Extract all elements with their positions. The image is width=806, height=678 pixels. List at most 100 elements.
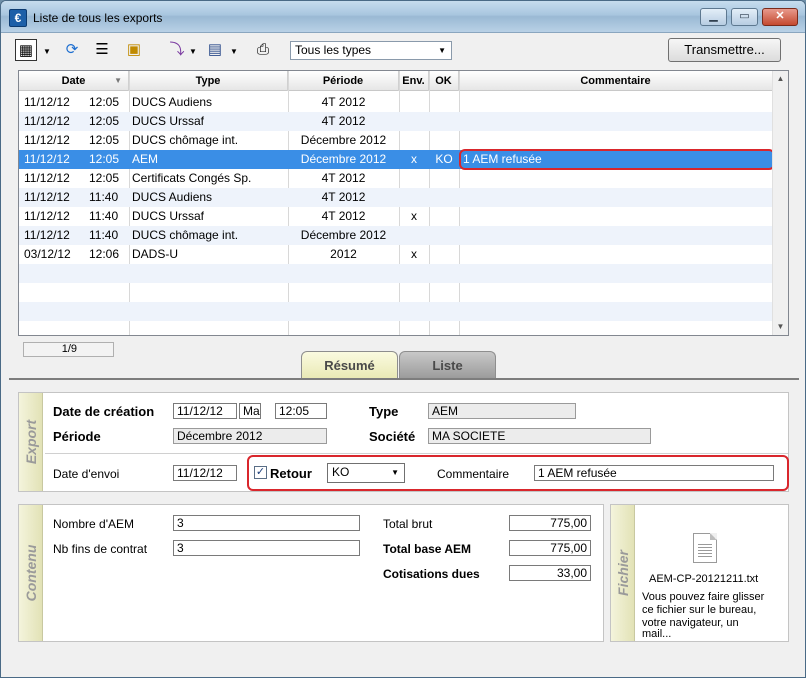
cell-ok	[429, 245, 459, 264]
cell-env: x	[411, 209, 417, 223]
cell-time: 11:40	[89, 209, 119, 223]
scroll-down-icon[interactable]: ▼	[773, 319, 788, 335]
scroll-up-icon[interactable]: ▲	[773, 71, 788, 87]
contenu-panel: Contenu Nombre d'AEM 3 Nb fins de contra…	[18, 504, 604, 642]
chevron-down-icon[interactable]: ▼	[230, 47, 238, 56]
cell-periode: Décembre 2012	[300, 133, 387, 147]
cell-date: 11/12/12	[24, 152, 70, 166]
cell-type: DUCS Urssaf	[132, 114, 205, 128]
text-file-icon[interactable]	[693, 533, 717, 563]
table-row[interactable]: 11/12/12 11:40 DUCS Audiens 4T 2012	[19, 188, 773, 207]
cell-time: 11:40	[89, 228, 119, 242]
cotisations-field[interactable]: 33,00	[509, 565, 591, 581]
periode-label: Période	[53, 429, 101, 444]
cell-date: 11/12/12	[24, 114, 70, 128]
cell-ok	[429, 188, 459, 207]
type-label: Type	[369, 404, 399, 419]
print-icon[interactable]: ⎙	[252, 39, 274, 61]
export-side-label: Export	[19, 393, 43, 491]
cell-ok	[429, 226, 459, 245]
sort-arrow-icon: ▼	[114, 76, 122, 85]
cell-periode: 4T 2012	[321, 114, 366, 128]
refresh-icon[interactable]: ⟳	[61, 39, 83, 61]
column-header-type[interactable]: Type	[129, 71, 288, 91]
title-bar: € Liste de tous les exports ▁ ▭ ✕	[1, 1, 805, 33]
table-row[interactable]	[19, 302, 773, 321]
file-name[interactable]: AEM-CP-20121211.txt	[649, 573, 758, 585]
toolbar: ▦ ▼ ⟳ ☰ ▣ ⤵ ▼ ▤ ▼ ⎙ Tous les types ▼ Tra…	[1, 34, 805, 68]
send-menu-icon[interactable]: ⤵	[166, 39, 188, 61]
cell-date: 11/12/12	[24, 95, 70, 109]
column-header-env[interactable]: Env.	[399, 71, 429, 91]
table-row[interactable]	[19, 283, 773, 302]
retour-select[interactable]: KO ▼	[327, 463, 405, 483]
close-button[interactable]: ✕	[762, 8, 798, 26]
time-field[interactable]: 12:05	[275, 403, 327, 419]
cell-ok	[429, 207, 459, 226]
total-brut-field[interactable]: 775,00	[509, 515, 591, 531]
column-header-periode[interactable]: Période	[288, 71, 399, 91]
cell-env	[399, 131, 429, 150]
cell-commentaire	[463, 93, 769, 112]
tab-resume[interactable]: Résumé	[301, 351, 398, 379]
date-envoi-field[interactable]: 11/12/12	[173, 465, 237, 481]
monitor-menu-icon[interactable]: ▤	[204, 39, 226, 61]
calendar-user-icon[interactable]: ▣	[123, 39, 145, 61]
chevron-down-icon: ▼	[438, 46, 446, 55]
cell-time: 12:05	[89, 114, 120, 128]
total-brut-label: Total brut	[383, 517, 433, 531]
list-icon[interactable]: ☰	[91, 39, 113, 61]
cell-date: 11/12/12	[24, 190, 70, 204]
table-row[interactable]: 11/12/12 12:05 DUCS Audiens 4T 2012	[19, 93, 773, 112]
table-row[interactable]: 11/12/12 12:05 DUCS chômage int. Décembre 2…	[19, 131, 773, 150]
total-base-label: Total base AEM	[383, 542, 472, 556]
cell-ok	[429, 169, 459, 188]
day-field[interactable]: Ma	[239, 403, 261, 419]
contenu-side-label-text: Contenu	[22, 544, 39, 602]
vertical-scrollbar[interactable]: ▲ ▼	[772, 71, 788, 335]
chevron-down-icon[interactable]: ▼	[189, 47, 197, 56]
table-row[interactable]	[19, 264, 773, 283]
nombre-aem-field[interactable]: 3	[173, 515, 360, 531]
nombre-aem-label: Nombre d'AEM	[53, 517, 134, 531]
column-header-date[interactable]: Date ▼	[19, 71, 129, 91]
column-header-ok[interactable]: OK	[429, 71, 459, 91]
retour-checkbox[interactable]: ✓	[254, 466, 267, 479]
nb-fins-field[interactable]: 3	[173, 540, 360, 556]
table-row[interactable]: 11/12/12 11:40 DUCS Urssaf 4T 2012 x	[19, 207, 773, 226]
export-side-label-text: Export	[22, 419, 39, 465]
societe-label: Société	[369, 429, 416, 444]
cell-time: 12:05	[89, 133, 120, 147]
total-base-field[interactable]: 775,00	[509, 540, 591, 556]
cell-time: 11:40	[89, 190, 119, 204]
periode-field: Décembre 2012	[173, 428, 327, 444]
column-header-commentaire[interactable]: Commentaire	[459, 71, 773, 91]
cell-env	[399, 226, 429, 245]
commentaire-field[interactable]: 1 AEM refusée	[534, 465, 774, 481]
date-creation-field[interactable]: 11/12/12	[173, 403, 237, 419]
table-row[interactable]: 03/12/12 12:06 DADS-U 2012 x	[19, 245, 773, 264]
export-menu-icon[interactable]: ▦	[15, 39, 37, 61]
table-row[interactable]: 11/12/12 11:40 DUCS chômage int. Décembre 2…	[19, 226, 773, 245]
retour-label: Retour	[270, 466, 312, 481]
cell-ok	[429, 112, 459, 131]
societe-field: MA SOCIETE	[428, 428, 651, 444]
retour-value: KO	[332, 465, 350, 479]
cell-date: 11/12/12	[24, 171, 70, 185]
cell-type: Certificats Congés Sp.	[132, 171, 252, 185]
exports-table[interactable]: Date ▼ Type Période Env. OK Commentaire 1…	[18, 70, 789, 336]
cell-commentaire	[463, 207, 769, 226]
table-row[interactable]: 11/12/12 12:05 DUCS Urssaf 4T 2012	[19, 112, 773, 131]
table-row[interactable]: 11/12/12 12:05 Certificats Congés Sp. 4T 20…	[19, 169, 773, 188]
minimize-button[interactable]: ▁	[700, 8, 727, 26]
cell-periode: Décembre 2012	[300, 228, 387, 242]
chevron-down-icon[interactable]: ▼	[43, 47, 51, 56]
window-title: Liste de tous les exports	[33, 11, 163, 25]
cotisations-label: Cotisations dues	[383, 567, 480, 581]
file-hint-line: mail...	[642, 628, 672, 640]
cell-periode: 4T 2012	[321, 190, 366, 204]
tab-liste[interactable]: Liste	[399, 351, 496, 379]
maximize-button[interactable]: ▭	[731, 8, 758, 26]
transmit-button[interactable]: Transmettre...	[668, 38, 781, 62]
type-filter-select[interactable]: Tous les types ▼	[290, 41, 452, 60]
